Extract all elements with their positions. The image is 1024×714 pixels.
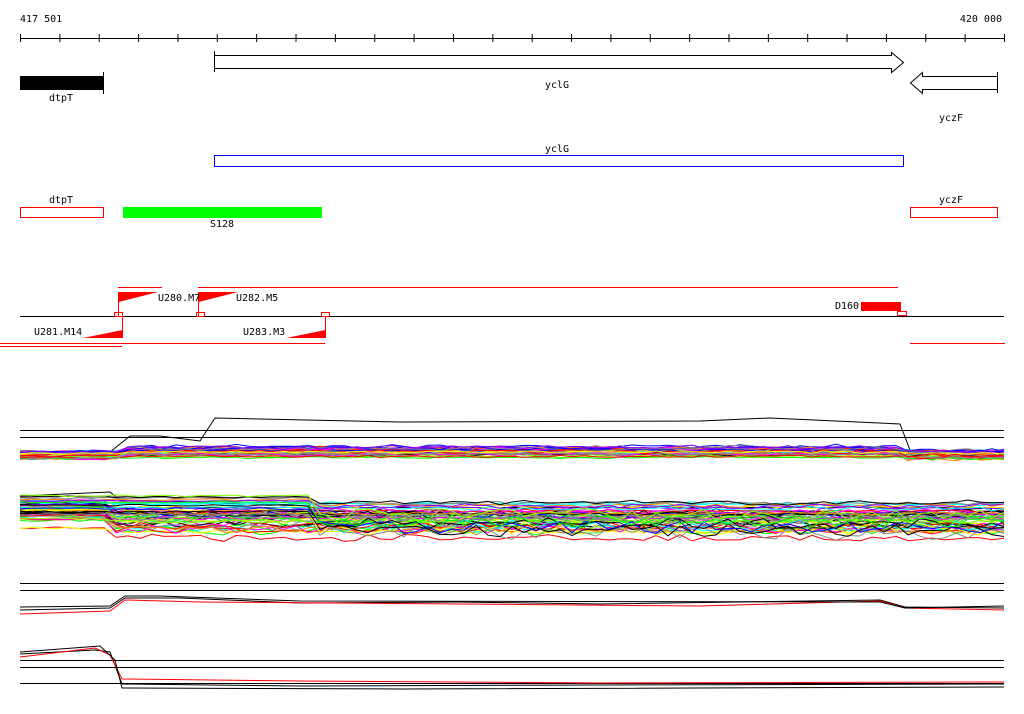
breakpoint-label-U282-M5: U282.M5	[236, 293, 279, 304]
annotation-box-dtpT[interactable]	[20, 207, 104, 218]
segment-S128[interactable]	[123, 207, 322, 218]
breakpoint-label-U283-M3: U283.M3	[243, 327, 286, 338]
gene-yczF-arrow[interactable]	[909, 71, 998, 95]
gene-label-dtpT: dtpT	[48, 93, 74, 104]
ruler-end-label: 420 000	[959, 14, 1002, 25]
breakpoint-U281-M14[interactable]	[83, 316, 123, 338]
annotation-label-yczF: yczF	[938, 195, 964, 206]
expression-profile-line	[19, 647, 1005, 684]
ruler-start-label: 417 501	[20, 14, 63, 25]
annotation-box-yczF[interactable]	[910, 207, 998, 218]
genome-browser-view: 417 501 420 000 dtpT yclG yczF yclG dtpT…	[0, 0, 1024, 714]
breakpoint-U282-M5[interactable]	[196, 292, 239, 317]
tracks-canvas	[0, 34, 1005, 690]
position-ruler	[20, 34, 1005, 42]
breakpoint-label-U280-M7: U280.M7	[158, 293, 201, 304]
annotation-label-dtpT: dtpT	[48, 195, 74, 206]
breakpoint-U280-M7[interactable]	[114, 292, 159, 317]
breakpoint-D160[interactable]	[861, 302, 907, 316]
transcript-yclG[interactable]	[214, 155, 904, 167]
breakpoint-label-D160: D160	[835, 301, 860, 312]
gene-label-yclG: yclG	[544, 80, 570, 91]
transcript-label: yclG	[544, 144, 570, 155]
expression-profiles	[19, 417, 1005, 690]
breakpoint-label-U281-M14: U281.M14	[34, 327, 83, 338]
gene-dtpT[interactable]	[20, 72, 104, 94]
segment-label: S128	[209, 219, 235, 230]
gene-label-yczF: yczF	[938, 113, 964, 124]
gene-yclG-arrow[interactable]	[214, 51, 905, 74]
